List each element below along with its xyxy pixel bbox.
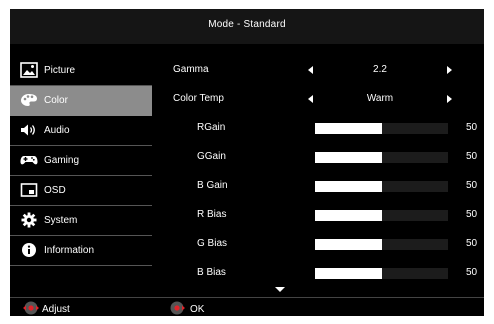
slider-fill bbox=[315, 210, 382, 221]
rbias-label: R Bias bbox=[197, 209, 227, 220]
ggain-value: 50 bbox=[466, 151, 478, 162]
sidebar-item-gaming[interactable]: Gaming bbox=[10, 146, 152, 176]
bgain-slider[interactable] bbox=[315, 181, 448, 192]
bbias-value: 50 bbox=[466, 267, 478, 278]
settings-panel: Gamma 2.2 Color Temp Warm RGain 50 GGain… bbox=[160, 56, 484, 288]
ggain-label: GGain bbox=[197, 151, 226, 162]
gbias-value: 50 bbox=[466, 238, 478, 249]
sidebar-item-label: Picture bbox=[44, 65, 76, 76]
sidebar-item-label: Color bbox=[44, 95, 68, 106]
rbias-value: 50 bbox=[466, 209, 478, 220]
sidebar-item-color[interactable]: Color bbox=[10, 86, 152, 116]
palette-icon bbox=[21, 94, 37, 106]
gamma-value: 2.2 bbox=[373, 64, 387, 75]
color-temp-row[interactable]: Color Temp Warm bbox=[160, 85, 484, 114]
arrow-right-icon[interactable] bbox=[447, 95, 452, 103]
osd-window-icon bbox=[20, 183, 38, 197]
ok-label: OK bbox=[190, 304, 205, 315]
slider-fill bbox=[315, 181, 382, 192]
rbias-row[interactable]: R Bias 50 bbox=[160, 201, 484, 230]
sidebar-item-information[interactable]: Information bbox=[10, 236, 152, 266]
sidebar-item-picture[interactable]: Picture bbox=[10, 56, 152, 86]
bgain-row[interactable]: B Gain 50 bbox=[160, 172, 484, 201]
slider-fill bbox=[315, 152, 382, 163]
bbias-row[interactable]: B Bias 50 bbox=[160, 259, 484, 288]
sidebar-item-system[interactable]: System bbox=[10, 206, 152, 236]
sidebar-item-osd[interactable]: OSD bbox=[10, 176, 152, 206]
rgain-label: RGain bbox=[197, 122, 226, 133]
adjust-label: Adjust bbox=[42, 304, 70, 315]
sidebar: Picture Color Audio Gaming OSD System In… bbox=[10, 56, 152, 266]
gamepad-icon bbox=[20, 156, 38, 165]
sidebar-item-audio[interactable]: Audio bbox=[10, 116, 152, 146]
gamma-row[interactable]: Gamma 2.2 bbox=[160, 56, 484, 85]
info-icon bbox=[22, 243, 36, 257]
bbias-label: B Bias bbox=[197, 267, 226, 278]
bgain-value: 50 bbox=[466, 180, 478, 191]
arrow-left-icon[interactable] bbox=[308, 95, 313, 103]
mode-title: Mode - Standard bbox=[208, 19, 286, 30]
rgain-slider[interactable] bbox=[315, 123, 448, 134]
osd-menu: Mode - Standard Picture Color Audio Gami… bbox=[10, 9, 484, 316]
rgain-row[interactable]: RGain 50 bbox=[160, 114, 484, 143]
color-temp-value: Warm bbox=[366, 93, 394, 104]
arrow-left-icon[interactable] bbox=[308, 66, 313, 74]
picture-icon bbox=[20, 62, 38, 78]
sidebar-item-label: System bbox=[44, 215, 78, 226]
gamma-label: Gamma bbox=[173, 64, 209, 75]
footer: Adjust OK bbox=[10, 297, 484, 317]
speaker-icon bbox=[21, 124, 35, 136]
sidebar-item-label: OSD bbox=[44, 185, 66, 196]
dpad-right-icon bbox=[170, 301, 185, 315]
scroll-down-icon[interactable] bbox=[275, 287, 285, 292]
sidebar-item-label: Audio bbox=[44, 125, 70, 136]
ggain-row[interactable]: GGain 50 bbox=[160, 143, 484, 172]
dpad-left-right-icon bbox=[23, 301, 39, 315]
rgain-value: 50 bbox=[466, 122, 478, 133]
title-bar: Mode - Standard bbox=[10, 9, 484, 44]
sidebar-item-label: Gaming bbox=[44, 155, 80, 166]
sidebar-item-label: Information bbox=[44, 245, 95, 256]
gbias-row[interactable]: G Bias 50 bbox=[160, 230, 484, 259]
gbias-slider[interactable] bbox=[315, 239, 448, 250]
rbias-slider[interactable] bbox=[315, 210, 448, 221]
bbias-slider[interactable] bbox=[315, 268, 448, 279]
color-temp-label: Color Temp bbox=[173, 93, 224, 104]
arrow-right-icon[interactable] bbox=[447, 66, 452, 74]
gbias-label: G Bias bbox=[197, 238, 228, 249]
gear-icon bbox=[21, 212, 37, 228]
slider-fill bbox=[315, 239, 382, 250]
slider-fill bbox=[315, 123, 382, 134]
bgain-label: B Gain bbox=[197, 180, 228, 191]
ggain-slider[interactable] bbox=[315, 152, 448, 163]
slider-fill bbox=[315, 268, 382, 279]
